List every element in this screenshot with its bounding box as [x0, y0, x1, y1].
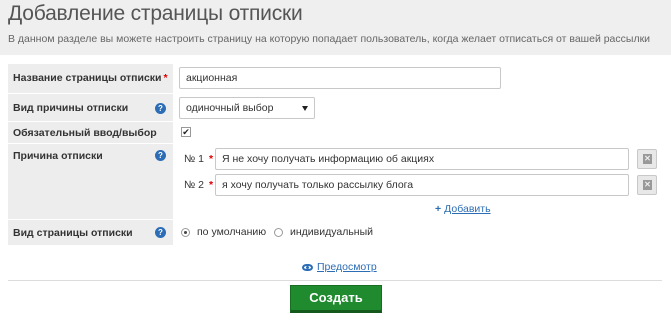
- divider: [8, 280, 662, 281]
- close-icon: ✕: [643, 154, 652, 164]
- plus-icon: +: [435, 203, 442, 215]
- delete-reason-button[interactable]: ✕: [637, 149, 657, 169]
- radio-default[interactable]: [181, 228, 190, 237]
- delete-reason-button[interactable]: ✕: [637, 175, 657, 195]
- required-mark: *: [163, 72, 168, 84]
- reason-number: № 1 *: [184, 153, 214, 165]
- eye-icon: [302, 263, 313, 271]
- page-name-input[interactable]: акционная: [179, 67, 501, 89]
- mandatory-label: Обязательный ввод/выбор: [13, 127, 157, 139]
- reason-type-select[interactable]: одиночный выбор: [179, 97, 315, 119]
- radio-default-label[interactable]: по умолчанию: [197, 226, 266, 238]
- create-button[interactable]: Создать: [290, 285, 382, 313]
- reason-input[interactable]: Я не хочу получать информацию об акциях: [215, 148, 629, 170]
- row-mandatory: Обязательный ввод/выбор ✔: [8, 122, 662, 144]
- chevron-down-icon: [302, 106, 308, 111]
- page-description: В данном разделе вы можете настроить стр…: [8, 33, 651, 45]
- row-reason-type: Вид причины отписки ? одиночный выбор: [8, 94, 662, 122]
- page-title: Добавление страницы отписки: [8, 2, 303, 25]
- unsubscribe-form: Название страницы отписки * акционная Вид…: [8, 64, 662, 246]
- row-reasons: Причина отписки ? № 1 * Я не хочу получа…: [8, 144, 662, 220]
- radio-individual[interactable]: [274, 228, 283, 237]
- preview-link[interactable]: Предосмотр: [302, 261, 377, 273]
- row-page-type: Вид страницы отписки ? по умолчанию инди…: [8, 220, 662, 246]
- help-icon[interactable]: ?: [155, 103, 166, 114]
- help-icon[interactable]: ?: [155, 227, 166, 238]
- page-type-label: Вид страницы отписки: [13, 227, 133, 239]
- page-name-label: Название страницы отписки *: [13, 72, 168, 84]
- page-header: Добавление страницы отписки В данном раз…: [0, 0, 671, 55]
- radio-individual-label[interactable]: индивидуальный: [290, 226, 373, 238]
- mandatory-checkbox[interactable]: ✔: [181, 127, 191, 137]
- add-reason-link[interactable]: + Добавить: [435, 203, 491, 215]
- reason-number: № 2 *: [184, 179, 214, 191]
- reason-type-selected: одиночный выбор: [186, 102, 274, 114]
- reason-input[interactable]: я хочу получать только рассылку блога: [215, 174, 629, 196]
- row-page-name: Название страницы отписки * акционная: [8, 64, 662, 94]
- reason-type-label: Вид причины отписки: [13, 102, 129, 114]
- close-icon: ✕: [643, 180, 652, 190]
- help-icon[interactable]: ?: [155, 150, 166, 161]
- reasons-label: Причина отписки: [13, 150, 103, 162]
